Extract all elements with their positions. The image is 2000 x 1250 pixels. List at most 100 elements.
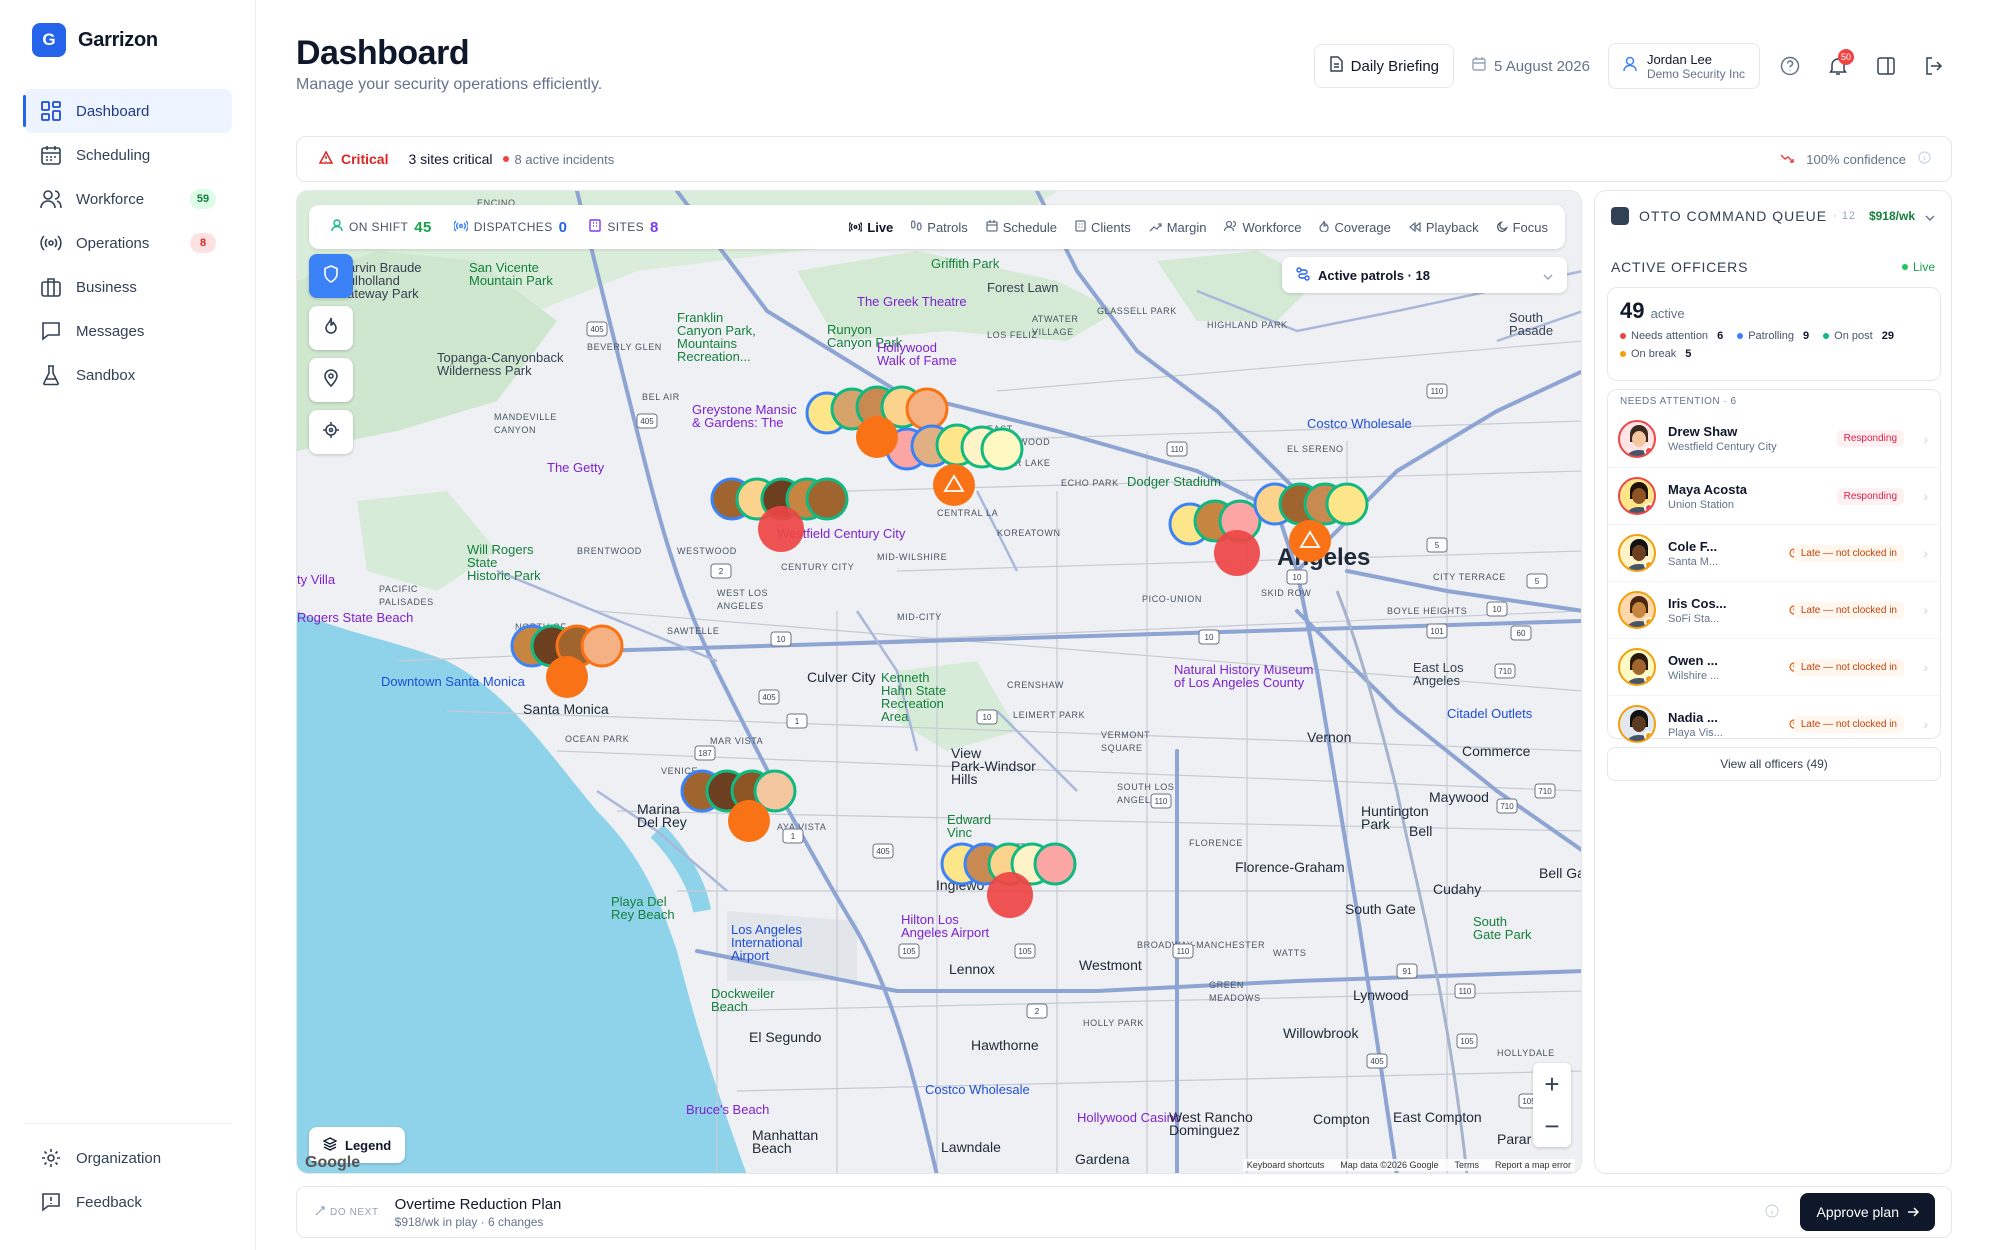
do-next-subtitle: $918/wk in play · 6 changes [394, 1214, 544, 1229]
otto-command-panel: OTTO COMMAND QUEUE · 12 $918/wk ACTIVE O… [1594, 190, 1952, 1174]
active-patrols-dropdown[interactable]: Active patrols · 18 [1282, 257, 1567, 293]
officer-row[interactable]: Cole F...Santa M...LateLate — not clocke… [1608, 524, 1940, 581]
daily-briefing-button[interactable]: Daily Briefing [1313, 44, 1455, 88]
sidebar-item-label: Scheduling [76, 146, 151, 164]
status-chip[interactable]: Patrolling 9 [1737, 330, 1809, 342]
document-icon [1329, 56, 1343, 76]
live-dot [1901, 264, 1908, 270]
sidebar-item-operations[interactable]: Operations 8 [24, 221, 232, 265]
operations-count-badge: 8 [190, 233, 216, 253]
avatar [1618, 705, 1656, 743]
sidebar-item-business[interactable]: Business [24, 265, 232, 309]
status-badge: Late — not clocked in [1793, 601, 1904, 619]
status-badge: Responding [1836, 487, 1904, 505]
tab-margin[interactable]: Margin [1142, 215, 1214, 240]
bell-icon[interactable]: 50 [1820, 48, 1856, 84]
status-chip-value: 6 [1717, 330, 1724, 342]
active-officers-title: ACTIVE OFFICERS [1611, 259, 1749, 275]
chevron-down-icon[interactable] [1925, 208, 1935, 224]
operations-map[interactable]: ENCINO San Vicente Mountain Park Griffith … [296, 190, 1582, 1174]
status-chip-value: 5 [1685, 348, 1692, 360]
terms-link[interactable]: Terms [1454, 1160, 1479, 1170]
page-title: Dashboard [296, 34, 470, 72]
officer-cluster-inglewood[interactable] [940, 842, 1077, 918]
panel-toggle-icon[interactable] [1868, 48, 1904, 84]
do-next-title: Overtime Reduction Plan [394, 1195, 562, 1213]
warning-icon [318, 150, 334, 167]
tab-schedule[interactable]: Schedule [979, 215, 1064, 240]
flask-icon [40, 364, 62, 386]
tab-playback[interactable]: Playback [1402, 215, 1486, 240]
sidebar-item-scheduling[interactable]: Scheduling [24, 133, 232, 177]
command-queue-header[interactable]: OTTO COMMAND QUEUE · 12 $918/wk [1611, 207, 1935, 225]
layers-icon [322, 1136, 338, 1154]
date-display[interactable]: 5 August 2026 [1466, 57, 1596, 75]
sidebar-item-dashboard[interactable]: Dashboard [23, 89, 232, 133]
avatar [1618, 477, 1656, 515]
do-next-bar: DO NEXT Overtime Reduction Plan $918/wk … [296, 1186, 1952, 1238]
zoom-out-button[interactable]: − [1533, 1105, 1571, 1147]
route-icon [1296, 266, 1310, 284]
officer-cluster-marina[interactable] [680, 769, 797, 842]
sparkle-icon [315, 1205, 325, 1219]
help-icon[interactable] [1772, 48, 1808, 84]
sidebar-item-organization[interactable]: Organization [24, 1136, 232, 1180]
tab-workforce[interactable]: Workforce [1217, 215, 1308, 240]
app-logo[interactable]: G Garrizon [32, 23, 158, 57]
command-queue-count-value: 12 [1841, 210, 1857, 222]
sidebar-item-feedback[interactable]: Feedback [24, 1180, 232, 1224]
status-chip[interactable]: Needs attention 6 [1620, 330, 1723, 342]
chevron-right-icon: › [1923, 488, 1928, 504]
status-chip[interactable]: On post 29 [1823, 330, 1894, 342]
officer-summary-card: 49 active Needs attention 6 Patrolling 9 On … [1607, 287, 1941, 381]
officer-cluster-century-city[interactable] [710, 477, 849, 552]
approve-plan-button[interactable]: Approve plan [1800, 1193, 1935, 1231]
status-chip[interactable]: On break 5 [1620, 348, 1691, 360]
info-icon[interactable] [1765, 1203, 1779, 1221]
sidebar-bottom-nav: Organization Feedback [24, 1123, 232, 1224]
officer-row[interactable]: Iris Cos...SoFi Sta...LateLate — not clo… [1608, 581, 1940, 638]
officer-row[interactable]: Owen ...Wilshire ...LateLate — not clock… [1608, 638, 1940, 695]
zoom-in-button[interactable]: + [1533, 1063, 1571, 1105]
heatmap-layer-button[interactable] [309, 306, 353, 350]
sidebar-item-messages[interactable]: Messages [24, 309, 232, 353]
tab-patrols[interactable]: Patrols [904, 215, 974, 240]
radio-icon [40, 232, 62, 254]
sidebar-item-workforce[interactable]: Workforce 59 [24, 177, 232, 221]
chevron-down-icon [1543, 268, 1553, 283]
keyboard-shortcuts-link[interactable]: Keyboard shortcuts [1247, 1160, 1325, 1170]
tab-coverage[interactable]: Coverage [1312, 215, 1397, 240]
on-shift-label: ON SHIFT [349, 220, 409, 234]
status-dot [1644, 617, 1654, 627]
sites-layer-button[interactable] [309, 358, 353, 402]
crosshair-icon [322, 421, 340, 444]
locate-button[interactable] [309, 410, 353, 454]
do-next-label: DO NEXT [315, 1205, 379, 1219]
sidebar-item-sandbox[interactable]: Sandbox [24, 353, 232, 397]
user-icon [1623, 56, 1637, 77]
notification-count: 50 [1838, 49, 1854, 65]
users-icon [1224, 220, 1237, 235]
page-subtitle: Manage your security operations efficien… [296, 76, 603, 93]
user-menu[interactable]: Jordan Lee Demo Security Inc [1607, 43, 1760, 89]
officer-row[interactable]: Maya Acosta Union Station Responding › [1608, 467, 1940, 524]
tab-focus[interactable]: Focus [1490, 215, 1555, 240]
shield-layer-button[interactable] [309, 254, 353, 298]
report-error-link[interactable]: Report a map error [1495, 1160, 1571, 1170]
building-icon [1075, 219, 1086, 235]
grid-icon [40, 100, 62, 122]
tab-clients[interactable]: Clients [1068, 215, 1138, 240]
info-icon[interactable] [1918, 151, 1931, 167]
officer-row[interactable]: Drew Shaw Westfield Century City Respondin… [1608, 410, 1940, 467]
tab-live[interactable]: Live [842, 215, 900, 240]
status-chips: Needs attention 6 Patrolling 9 On post 29 On b… [1620, 330, 1928, 360]
officer-cluster-santa-monica[interactable] [510, 624, 624, 698]
status-chip-label: Needs attention [1631, 330, 1709, 342]
view-all-officers-button[interactable]: View all officers (49) [1607, 747, 1941, 781]
chevron-right-icon: › [1923, 716, 1928, 732]
officer-cluster-downtown[interactable] [1168, 482, 1369, 576]
tab-label: Playback [1425, 219, 1479, 235]
officer-row[interactable]: Nadia ...Playa Vis...LateLate — not cloc… [1608, 695, 1940, 752]
critical-alert-bar[interactable]: Critical 3 sites critical 8 active incid… [296, 136, 1952, 182]
logout-icon[interactable] [1916, 48, 1952, 84]
